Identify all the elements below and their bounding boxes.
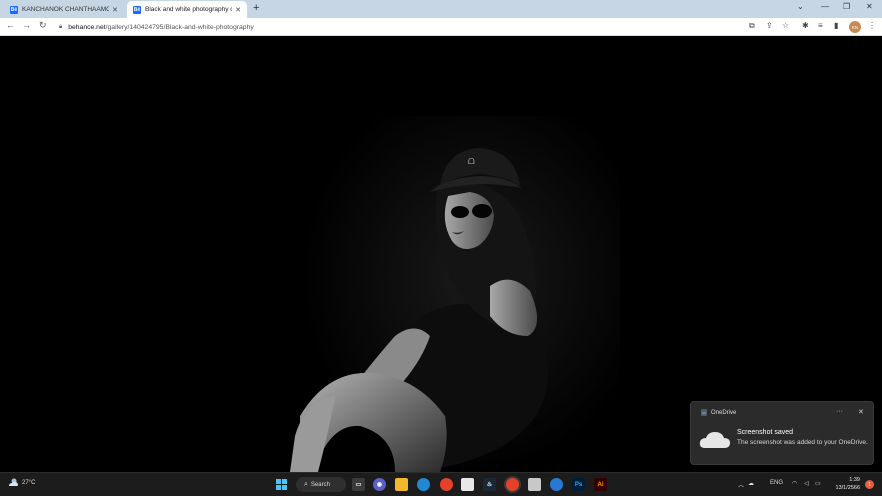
show-hidden-icons[interactable]: ︿ [738,480,744,489]
sidepanel-icon[interactable]: ▮ [834,21,838,30]
bookmark-star-icon[interactable]: ☆ [782,21,789,30]
ime-indicator[interactable]: ENG [770,480,783,486]
extensions-icon[interactable]: ✱ [802,21,809,30]
share-icon[interactable]: ⇪ [766,21,773,30]
browser-toolbar: ← → ↻ 🔒︎ behance.net/gallery/140424795/B… [0,18,882,36]
photoshop-icon[interactable]: Ps [572,478,585,491]
minimize-icon[interactable]: — [821,2,829,11]
search-label: Search [310,481,330,488]
battery-icon[interactable]: ▭ [815,480,821,487]
translate-icon[interactable]: ⧉ [749,21,755,31]
system-clock[interactable]: 1:39 13/1/2566 [828,476,860,492]
reload-icon[interactable]: ↻ [39,20,47,31]
behance-favicon-icon: Bē [10,5,18,14]
edge-icon[interactable] [417,478,430,491]
window-close-icon[interactable]: ✕ [866,2,873,11]
url-path: /gallery/140424795/Black-and-white-photo… [105,24,254,31]
profile-avatar[interactable]: KN [849,21,861,33]
onedrive-taskbar-icon[interactable] [550,478,563,491]
notification-app: OneDrive [701,409,736,416]
search-icon: ⌕ [304,480,308,488]
notification-heading: Screenshot saved [737,429,794,436]
clock-date: 13/1/2566 [835,485,860,491]
notification-app-name: OneDrive [711,409,737,416]
steam-icon[interactable]: ♨ [483,478,496,491]
menu-icon[interactable]: ⋮ [868,21,876,30]
tab-title: Black and white photography on [145,6,233,13]
tab-close-icon[interactable]: ✕ [235,6,241,14]
volume-icon[interactable]: ◁ [804,480,809,487]
tab-strip: Bē KANCHANOK CHANTHAAMORN ✕ Bē Black and… [0,0,882,18]
more-options-icon[interactable]: ··· [836,408,843,415]
windows-start-icon[interactable] [275,478,288,491]
onedrive-cloud-icon [699,432,730,448]
media-icon[interactable]: ≡ [818,21,823,30]
chrome-active-icon[interactable] [506,478,519,491]
onedrive-app-icon [701,409,707,416]
url-host: behance.net [68,24,106,31]
file-explorer-icon[interactable] [395,478,408,491]
document-icon[interactable] [528,478,541,491]
tab-title: KANCHANOK CHANTHAAMORN [22,6,110,13]
windows-taskbar: 27°C ⌕ Search ▭ ◉ ♨ Ps Ai ︿ ☁ ENG ◠ ◁ ▭ … [0,472,882,496]
onedrive-notification[interactable]: OneDrive ··· ✕ Screenshot saved The scre… [690,401,874,465]
notification-body: The screenshot was added to your OneDriv… [737,439,868,446]
restore-icon[interactable]: ❐ [843,2,850,11]
new-tab-icon[interactable]: + [253,2,259,14]
weather-temperature: 27°C [22,479,36,486]
address-bar[interactable]: 🔒︎ behance.net/gallery/140424795/Black-a… [55,21,795,34]
illustrator-icon[interactable]: Ai [594,478,607,491]
wifi-icon[interactable]: ◠ [792,480,797,487]
notification-close-icon[interactable]: ✕ [858,408,864,416]
tab-black-and-white-photography[interactable]: Bē Black and white photography on ✕ [127,1,247,18]
tab-kanchanok[interactable]: Bē KANCHANOK CHANTHAAMORN ✕ [4,1,124,18]
weather-widget[interactable]: 27°C [8,478,35,487]
weather-cloud-icon [9,478,18,486]
onedrive-tray-icon[interactable]: ☁ [748,480,754,487]
forward-icon[interactable]: → [22,20,31,30]
task-view-icon[interactable]: ▭ [352,478,365,491]
browser-window: Bē KANCHANOK CHANTHAAMORN ✕ Bē Black and… [0,0,882,496]
svg-text:ᗝ: ᗝ [468,157,475,166]
chrome-icon[interactable] [440,478,453,491]
behance-favicon-icon: Bē [133,5,141,14]
clock-time: 1:39 [849,477,860,483]
lock-icon[interactable]: 🔒︎ [59,24,62,31]
tab-close-icon[interactable]: ✕ [112,6,118,14]
taskbar-search[interactable]: ⌕ Search [296,477,346,492]
notepad-icon[interactable] [461,478,474,491]
notification-badge[interactable]: 1 [865,480,874,489]
tab-search-chevron-icon[interactable]: ⌄ [797,2,804,11]
back-icon[interactable]: ← [6,20,15,30]
chat-icon[interactable]: ◉ [373,478,386,491]
